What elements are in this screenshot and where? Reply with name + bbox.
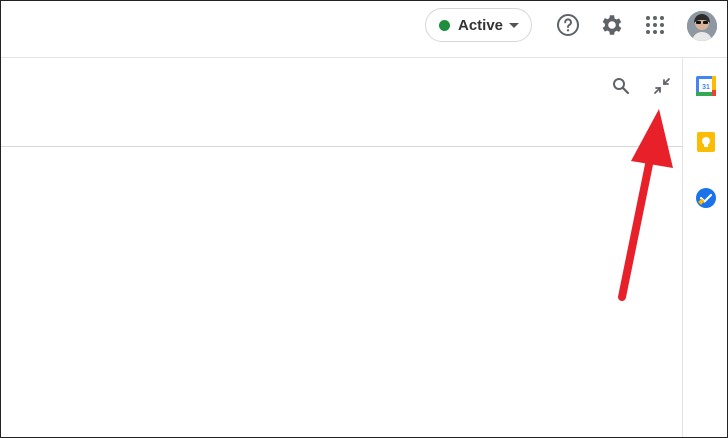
status-indicator-dot	[439, 19, 450, 31]
search-icon	[613, 78, 630, 95]
content-area	[1, 147, 682, 437]
app-window: Active 31	[0, 0, 728, 438]
calendar-app-button[interactable]: 31	[696, 76, 716, 96]
keep-icon	[697, 132, 715, 152]
chevron-down-icon	[509, 22, 520, 28]
panel-header	[1, 58, 682, 147]
keep-app-button[interactable]	[696, 132, 716, 152]
help-button[interactable]	[556, 13, 580, 37]
search-button[interactable]	[611, 76, 631, 96]
avatar[interactable]	[687, 11, 717, 41]
calendar-icon: 31	[696, 76, 716, 96]
help-icon	[557, 14, 579, 36]
annotation-arrow	[618, 109, 673, 301]
top-bar: Active	[1, 1, 727, 58]
tasks-app-button[interactable]	[696, 188, 716, 208]
collapse-button[interactable]	[651, 75, 673, 97]
status-label: Active	[458, 16, 504, 34]
avatar-image	[687, 11, 717, 41]
apps-button[interactable]	[644, 14, 666, 36]
calendar-badge-text: 31	[702, 84, 710, 91]
settings-button[interactable]	[599, 12, 625, 38]
tasks-icon	[696, 188, 716, 208]
status-dropdown[interactable]: Active	[425, 8, 532, 42]
apps-grid-icon	[646, 16, 664, 34]
collapse-icon	[654, 78, 670, 94]
settings-icon	[602, 15, 622, 35]
